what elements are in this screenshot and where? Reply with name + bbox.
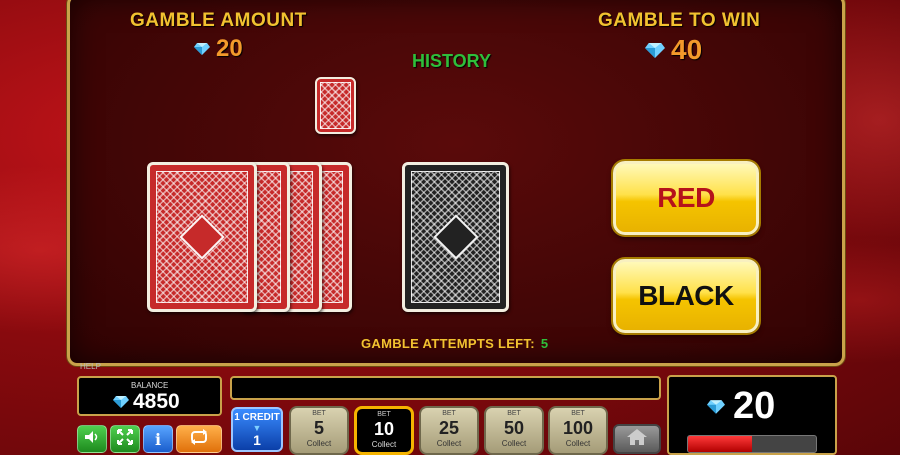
win-number: 20 (733, 385, 776, 427)
history-label: HISTORY (412, 51, 492, 71)
current-card-black (402, 162, 509, 312)
history-card-red (315, 77, 356, 134)
gamble-to-win-value: 40 (645, 34, 702, 66)
bet-label: BET (571, 410, 585, 417)
credit-value: 1 (253, 432, 261, 448)
bet-value: 50 (503, 418, 525, 438)
info-icon: i (154, 429, 162, 449)
red-button[interactable]: RED (613, 161, 759, 235)
gamble-attempts-label: GAMBLE ATTEMPTS LEFT: (361, 336, 535, 351)
balance-display: BALANCE 4850 (77, 376, 222, 416)
sound-button[interactable] (77, 425, 107, 453)
credit-label: 1 CREDIT (234, 412, 280, 423)
bet-value: 25 (438, 418, 460, 438)
info-button[interactable]: i (143, 425, 173, 453)
bet-value: 100 (562, 418, 594, 438)
gamble-attempts-value: 5 (540, 336, 549, 351)
black-button[interactable]: BLACK (613, 259, 759, 333)
bet-button-10[interactable]: BET 10 Collect (354, 406, 414, 455)
gamble-to-win-number: 40 (671, 34, 703, 65)
diamond-icon (113, 396, 129, 408)
refresh-icon (189, 428, 209, 450)
autoplay-button[interactable] (176, 425, 222, 453)
bet-label: BET (377, 411, 391, 418)
deck-card-top (147, 162, 257, 312)
win-value: 20 (707, 385, 775, 428)
bet-value: 10 (373, 419, 395, 439)
diamond-icon (707, 399, 725, 414)
balance-number: 4850 (133, 390, 180, 413)
bet-button-50[interactable]: BET 50 Collect (484, 406, 544, 455)
help-label: HELP (80, 362, 101, 371)
message-bar (230, 376, 661, 400)
collect-label: Collect (371, 440, 397, 449)
collect-label: Collect (306, 439, 332, 448)
win-display: 20 (667, 375, 837, 455)
balance-value: 4850 (113, 390, 180, 414)
collect-label: Collect (565, 439, 591, 448)
credit-denomination-button[interactable]: 1 CREDIT ▼ 1 (231, 407, 283, 452)
bet-button-25[interactable]: BET 25 Collect (419, 406, 479, 455)
home-icon (626, 428, 648, 451)
collect-label: Collect (436, 439, 462, 448)
win-progress-bar (687, 435, 817, 453)
bet-label: BET (312, 410, 326, 417)
gamble-to-win-label: GAMBLE TO WIN (598, 10, 761, 31)
home-button[interactable] (613, 424, 661, 454)
diamond-icon (645, 42, 665, 58)
balance-label: BALANCE (131, 381, 169, 390)
gamble-amount-number: 20 (216, 35, 243, 62)
gamble-amount-label: GAMBLE AMOUNT (130, 10, 307, 31)
fullscreen-button[interactable] (110, 425, 140, 453)
gamble-attempts: GAMBLE ATTEMPTS LEFT: 5 (361, 336, 548, 351)
speaker-icon (84, 430, 100, 449)
gamble-amount-value: 20 (194, 35, 243, 63)
collect-label: Collect (501, 439, 527, 448)
diamond-icon (194, 43, 210, 55)
bet-button-100[interactable]: BET 100 Collect (548, 406, 608, 455)
bet-label: BET (507, 410, 521, 417)
bet-button-5[interactable]: BET 5 Collect (289, 406, 349, 455)
fullscreen-icon (117, 428, 133, 450)
bet-value: 5 (313, 418, 324, 438)
win-progress-fill (688, 436, 752, 452)
bet-label: BET (442, 410, 456, 417)
